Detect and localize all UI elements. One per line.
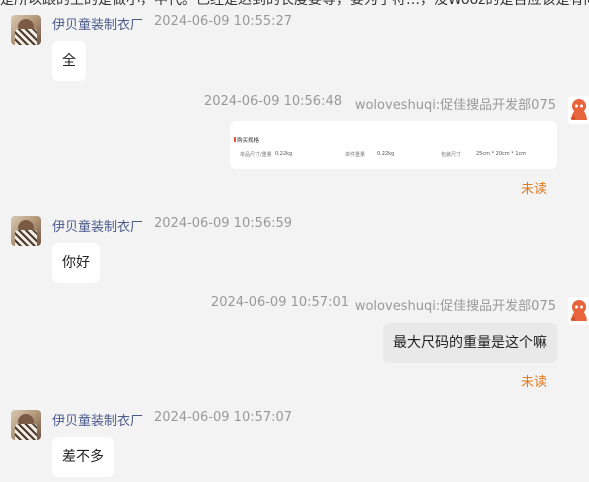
robot-avatar-icon[interactable] [567,96,589,124]
message-bubble[interactable]: 全 [52,41,86,81]
card-title: 购买规格 [233,137,260,144]
message-bubble[interactable]: 差不多 [52,437,114,477]
message-timestamp: 2024-06-09 10:57:07 [154,410,293,425]
card-field-value: 0.22kg [377,151,395,157]
sender-name: 伊贝童装制衣厂 [52,18,144,33]
robot-avatar-icon[interactable] [567,297,589,325]
message-bubble[interactable]: 你好 [52,243,100,283]
seller-avatar-icon[interactable] [11,410,41,440]
message-timestamp: 2024-06-09 10:56:48 [203,94,342,109]
seller-avatar-icon[interactable] [11,15,41,45]
card-field-label: 包装尺寸 [441,152,462,158]
product-spec-card[interactable]: 购买规格 单品尺寸/重量 0.22kg 单件重量 0.22kg 包装尺寸 25c… [230,121,557,169]
sender-name: woloveshuqi:促佳搜品开发部075 [354,98,556,113]
sender-name: woloveshuqi:促佳搜品开发部075 [354,299,556,314]
unread-status: 未读 [521,375,548,390]
card-field-value: 0.22kg [275,151,293,157]
card-field-value: 25cm * 20cm * 1cm [476,151,527,157]
message-timestamp: 2024-06-09 10:56:59 [154,216,293,231]
card-field-label: 单件重量 [345,152,366,158]
sender-name: 伊贝童装制衣厂 [52,220,144,235]
sender-name: 伊贝童装制衣厂 [52,414,144,429]
clipped-previous-message: 是所以跟的上的是做小，中代。已经是达到的长度要等，要为了符…，没Wooz的是否应… [0,0,589,8]
seller-avatar-icon[interactable] [11,216,41,246]
message-timestamp: 2024-06-09 10:55:27 [154,14,293,29]
card-field-label: 单品尺寸/重量 [240,152,272,158]
unread-status: 未读 [521,182,548,197]
message-timestamp: 2024-06-09 10:57:01 [210,295,349,310]
message-bubble[interactable]: 最大尺码的重量是这个嘛 [383,323,557,363]
